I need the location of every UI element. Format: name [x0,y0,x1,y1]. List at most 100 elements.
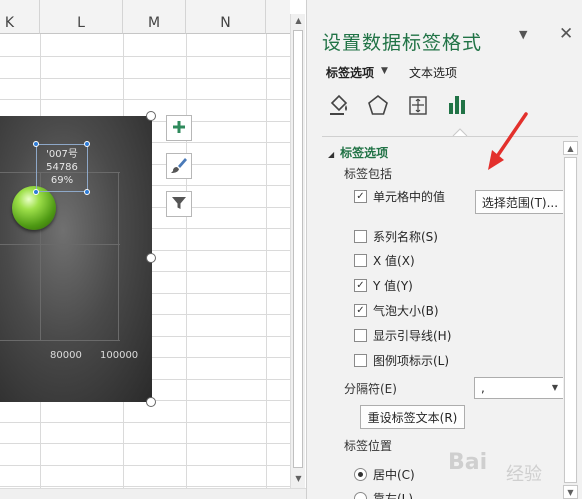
x-tick-label: 80000 [50,350,82,361]
watermark-sub: 经验 [506,464,542,485]
gridline [186,34,187,499]
radio-button[interactable] [354,492,367,499]
option-label: 图例项标示(L) [373,354,450,368]
chart-resize-handle[interactable] [146,397,156,407]
column-header-m[interactable]: M [123,0,186,34]
pane-close-button[interactable]: ✕ [559,24,573,44]
select-range-button[interactable]: 选择范围(T)... [475,190,564,214]
scroll-up-arrow[interactable]: ▲ [563,141,578,155]
data-label-name: '007号 [46,149,78,160]
chart-gridline [0,340,120,341]
option-label: X 值(X) [373,254,415,268]
column-header-l[interactable]: L [40,0,123,34]
label-options-button[interactable] [445,92,471,120]
chart-styles-button[interactable] [166,153,192,179]
option-label: 靠左(L) [373,492,414,499]
option-label: 居中(C) [373,468,415,482]
checkbox[interactable] [354,254,367,267]
data-label-value: 54786 [46,162,78,173]
fill-line-button[interactable] [326,92,352,120]
position-center[interactable]: 居中(C) [354,466,415,483]
chart-gridline [0,244,120,245]
label-resize-handle[interactable] [84,141,90,147]
sheet-vertical-scrollbar[interactable]: ▲ ▼ [290,14,305,488]
fill-line-icon [327,93,351,120]
scroll-thumb[interactable] [564,157,577,483]
pane-vertical-scrollbar[interactable]: ▲ ▼ [563,141,578,499]
data-label-size: 69% [50,175,74,186]
gridline [0,422,290,423]
label-resize-handle[interactable] [33,189,39,195]
brush-icon [170,156,188,177]
chart-filters-button[interactable] [166,191,192,217]
label-options-icon [446,93,470,120]
watermark-text: Bai [448,450,488,475]
tab-label-options[interactable]: 标签选项 [326,64,374,81]
option-label: 气泡大小(B) [373,304,439,318]
option-label: 单元格中的值 [373,190,446,204]
chart-gridline [118,172,119,340]
format-data-labels-pane: 设置数据标签格式 ▼ ✕ 标签选项 ▼ 文本选项 ◢ 标签选项 标签包括 ✓ 单… [306,0,582,499]
checkbox[interactable] [354,329,367,342]
annotation-arrow-icon [482,110,532,174]
option-y-value[interactable]: ✓ Y 值(Y) [354,277,413,294]
section-label-options[interactable]: ◢ 标签选项 [328,144,388,161]
chevron-down-icon[interactable]: ▼ [381,66,388,76]
size-properties-button[interactable] [405,92,431,120]
option-series-name[interactable]: 系列名称(S) [354,228,438,245]
checkbox[interactable]: ✓ [354,279,367,292]
chart-elements-button[interactable] [166,115,192,141]
position-left[interactable]: 靠左(L) [354,490,413,499]
plus-icon [172,120,186,137]
pane-options-dropdown[interactable]: ▼ [519,28,527,41]
separator-value: , [481,381,485,395]
pane-title: 设置数据标签格式 [322,32,483,54]
option-label: Y 值(Y) [373,279,413,293]
chart-resize-handle[interactable] [146,253,156,263]
option-bubble-size[interactable]: ✓ 气泡大小(B) [354,302,439,319]
radio-button[interactable] [354,468,367,481]
section-title: 标签选项 [340,146,389,160]
chart-resize-handle[interactable] [146,111,156,121]
separator-select[interactable]: , ▼ [474,377,564,399]
baidu-watermark: Bai 经验 [448,450,578,490]
pane-body: ◢ 标签选项 标签包括 ✓ 单元格中的值 选择范围(T)... 系列名称(S) X … [322,140,564,499]
chevron-down-icon: ▼ [551,383,558,392]
scroll-thumb[interactable] [293,30,303,468]
tab-text-options[interactable]: 文本选项 [409,64,457,81]
effects-button[interactable] [365,92,391,120]
column-header-k[interactable]: K [0,0,40,34]
option-label: 显示引导线(H) [373,329,452,343]
divider [322,136,578,137]
option-x-value[interactable]: X 值(X) [354,252,415,269]
effects-icon [366,93,390,120]
label-position-heading: 标签位置 [344,439,393,453]
gridline [0,443,290,444]
gridline [0,56,290,57]
option-leader-lines[interactable]: 显示引导线(H) [354,327,451,344]
option-label: 系列名称(S) [373,230,438,244]
column-header-n[interactable]: N [186,0,266,34]
checkbox[interactable] [354,354,367,367]
scroll-up-arrow[interactable]: ▲ [291,14,306,28]
column-header-o[interactable] [266,0,290,34]
option-legend-key[interactable]: 图例项标示(L) [354,352,449,369]
sheet-horizontal-scrollbar[interactable] [0,488,306,499]
worksheet[interactable]: K L M N '007号 54786 69% 80000 100000 [0,0,290,499]
checkbox[interactable]: ✓ [354,190,367,203]
gridline [0,465,290,466]
reset-label-text-button[interactable]: 重设标签文本(R) [360,405,465,429]
filter-icon [171,195,187,214]
label-resize-handle[interactable] [84,189,90,195]
option-cell-value[interactable]: ✓ 单元格中的值 [354,188,445,205]
gridline [0,78,290,79]
data-label[interactable]: '007号 54786 69% [36,144,88,192]
x-tick-label: 100000 [100,350,139,361]
label-resize-handle[interactable] [33,141,39,147]
checkbox[interactable]: ✓ [354,304,367,317]
checkbox[interactable] [354,230,367,243]
bubble-chart[interactable]: '007号 54786 69% 80000 100000 [0,116,152,402]
excel-window: K L M N '007号 54786 69% 80000 100000 ▲ ▼… [0,0,582,499]
label-contains-heading: 标签包括 [344,167,393,181]
scroll-down-arrow[interactable]: ▼ [291,472,306,486]
